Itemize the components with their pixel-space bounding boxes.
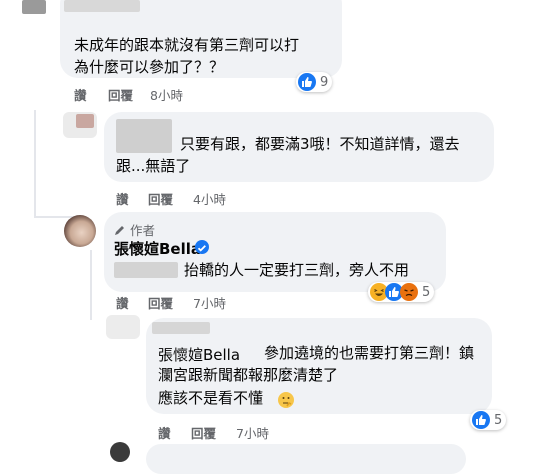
avatar[interactable] bbox=[22, 0, 46, 14]
timestamp[interactable]: 4小時 bbox=[193, 189, 226, 208]
comment-text-line: 應該不是看不懂 bbox=[158, 389, 264, 407]
mention-tag[interactable] bbox=[114, 262, 178, 278]
comment-bubble bbox=[146, 444, 466, 474]
avatar[interactable] bbox=[110, 442, 130, 462]
comment-text-line: 跟...無語了 bbox=[116, 157, 191, 175]
avatar bbox=[76, 114, 94, 128]
timestamp[interactable]: 7小時 bbox=[193, 293, 226, 312]
reply-button[interactable]: 回覆 bbox=[191, 423, 216, 442]
comment-text-line: 瀾宮跟新聞都報那麼清楚了 bbox=[158, 366, 339, 384]
pencil-icon bbox=[114, 224, 126, 239]
reaction-count: 5 bbox=[422, 284, 431, 300]
commenter-name[interactable] bbox=[64, 0, 140, 12]
author-avatar[interactable] bbox=[64, 215, 96, 247]
verified-icon bbox=[195, 240, 209, 254]
reply-button[interactable]: 回覆 bbox=[148, 189, 173, 208]
timestamp[interactable]: 7小時 bbox=[236, 423, 269, 442]
author-badge: 作者 bbox=[114, 220, 155, 239]
thread-line bbox=[90, 250, 92, 320]
commenter-name[interactable] bbox=[116, 119, 172, 153]
like-button[interactable]: 讚 bbox=[116, 293, 129, 312]
reaction-summary[interactable]: 5 bbox=[368, 282, 435, 302]
timestamp[interactable]: 8小時 bbox=[150, 85, 183, 104]
reply-button[interactable]: 回覆 bbox=[148, 293, 173, 312]
like-icon bbox=[298, 73, 316, 91]
reply-button[interactable]: 回覆 bbox=[108, 85, 133, 104]
reaction-count: 5 bbox=[494, 412, 503, 428]
like-icon bbox=[472, 411, 490, 429]
comment-text-line: 未成年的跟本就沒有第三劑可以打 bbox=[74, 36, 300, 54]
like-button[interactable]: 讚 bbox=[116, 189, 129, 208]
avatar[interactable] bbox=[106, 315, 140, 339]
reaction-summary[interactable]: 5 bbox=[470, 410, 507, 430]
comment-text-line: 抬轎的人一定要打三劑，旁人不用 bbox=[184, 261, 410, 279]
reaction-count: 9 bbox=[320, 74, 329, 90]
comment-text-line: 只要有跟，都要滿3哦！不知道詳情，還去 bbox=[180, 135, 460, 153]
comment-text-line: 參加遶境的也需要打第三劑！鎮 bbox=[264, 344, 475, 362]
reaction-summary[interactable]: 9 bbox=[296, 72, 333, 92]
author-badge-label: 作者 bbox=[129, 223, 155, 238]
mention-link[interactable]: 張懷媗Bella bbox=[158, 344, 240, 365]
thread-line bbox=[34, 216, 74, 218]
thread-line bbox=[34, 110, 36, 218]
angry-icon bbox=[400, 283, 418, 301]
thinking-emoji-icon bbox=[278, 392, 294, 408]
like-button[interactable]: 讚 bbox=[158, 423, 171, 442]
commenter-name[interactable] bbox=[152, 322, 210, 334]
like-button[interactable]: 讚 bbox=[74, 85, 87, 104]
comment-text-line: 為什麼可以參加了？？ bbox=[74, 58, 225, 76]
commenter-name[interactable]: 張懷媗Bella bbox=[114, 238, 201, 259]
